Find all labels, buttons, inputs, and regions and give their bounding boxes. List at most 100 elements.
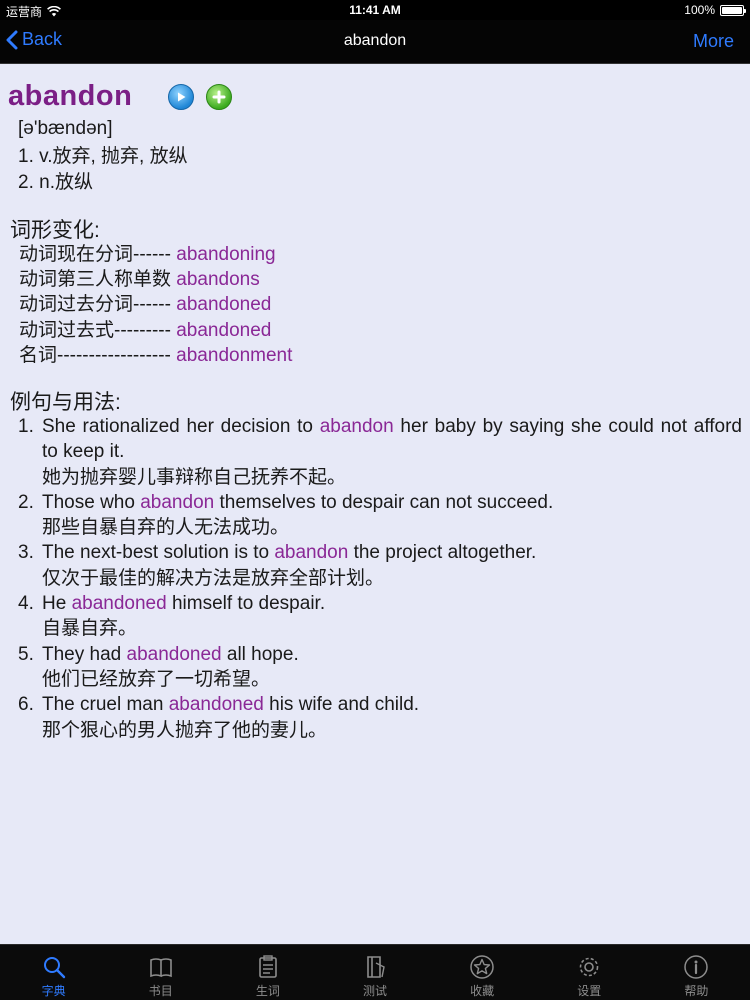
example-highlight-word[interactable]: abandon <box>320 416 394 437</box>
headword-row: abandon <box>8 80 233 113</box>
example-highlight-word[interactable]: abandoned <box>127 644 222 665</box>
tab-label: 设置 <box>577 984 602 998</box>
example-text-after: themselves to despair can not succeed. <box>214 491 554 513</box>
example-highlight-word[interactable]: abandon <box>140 492 214 513</box>
word-form-label: 动词现在分词------ <box>19 244 177 265</box>
clipboard-icon <box>259 955 277 978</box>
word-form-value[interactable]: abandonment <box>176 345 292 366</box>
example-text-after: all hope. <box>221 643 299 665</box>
example-text-before: The cruel man <box>42 694 169 716</box>
tab-clipboard[interactable]: 生词 <box>214 945 321 1000</box>
example-item: 6. The cruel man abandoned his wife and c… <box>18 692 742 743</box>
definition-item: 2. n.放纵 <box>18 172 93 193</box>
word-forms-list: 动词现在分词------ abandoning 动词第三人称单数 abandons… <box>19 242 292 368</box>
example-item: 4. He abandoned himself to despair. 自暴自弃。 <box>18 591 742 642</box>
status-time: 11:41 AM <box>349 3 401 17</box>
example-body: She rationalized her decision to abandon… <box>42 414 742 490</box>
tab-book[interactable]: 书目 <box>107 945 214 1000</box>
example-english: They had abandoned all hope. <box>42 642 742 667</box>
star-icon <box>470 955 494 979</box>
example-body: The cruel man abandoned his wife and chi… <box>42 692 742 743</box>
word-form-value[interactable]: abandons <box>176 269 259 290</box>
example-highlight-word[interactable]: abandon <box>274 542 348 563</box>
word-form-row: 名词------------------ abandonment <box>19 343 292 368</box>
definition-item: 1. v.放弃, 抛弃, 放纵 <box>18 146 188 167</box>
plus-icon <box>212 90 226 103</box>
example-body: Those who abandon themselves to despair … <box>42 490 742 541</box>
tab-gear[interactable]: 设置 <box>536 945 643 1000</box>
example-text-after: the project altogether. <box>348 542 537 564</box>
phonetic: [ə'bændən] <box>18 118 113 139</box>
example-text-before: They had <box>42 643 127 665</box>
example-item: 1. She rationalized her decision to aband… <box>18 414 742 490</box>
status-bar: 运营商 11:41 AM 100% <box>0 0 750 20</box>
word-form-value[interactable]: abandoning <box>176 244 275 265</box>
tab-info[interactable]: 帮助 <box>643 945 750 1000</box>
play-icon <box>178 92 186 101</box>
word-form-value[interactable]: abandoned <box>176 320 271 341</box>
example-chinese: 那些自暴自弃的人无法成功。 <box>42 517 290 539</box>
example-text-before: The next-best solution is to <box>42 542 275 564</box>
example-chinese: 那个狠心的男人抛弃了他的妻儿。 <box>42 719 328 741</box>
word-form-label: 动词过去分词------ <box>19 294 177 316</box>
example-chinese: 她为抛弃婴儿事辩称自己抚养不起。 <box>42 466 347 488</box>
play-pronunciation-button[interactable] <box>168 83 195 110</box>
word-form-row: 动词第三人称单数 abandons <box>19 267 292 292</box>
example-text-after: his wife and child. <box>263 694 420 716</box>
example-highlight-word[interactable]: abandoned <box>72 593 167 614</box>
navigation-bar: Back abandon More <box>0 20 750 64</box>
example-item: 5. They had abandoned all hope. 他们已经放弃了一切希… <box>18 642 742 693</box>
example-english: The cruel man abandoned his wife and chi… <box>42 692 742 717</box>
nav-title: abandon <box>343 32 407 49</box>
example-text-before: Those who <box>42 491 141 513</box>
examples-section-title: 例句与用法: <box>10 391 121 414</box>
definitions-list: 1. v.放弃, 抛弃, 放纵 2. n.放纵 <box>18 144 188 196</box>
word-form-row: 动词过去式--------- abandoned <box>19 318 292 343</box>
tab-star[interactable]: 收藏 <box>429 945 536 1000</box>
book-icon <box>149 958 172 978</box>
example-text-before: He <box>42 593 72 615</box>
word-form-value[interactable]: abandoned <box>176 294 271 315</box>
example-english: The next-best solution is to abandon the… <box>42 540 742 565</box>
example-number: 4. <box>18 593 34 615</box>
tab-bar: 字典 书目 生词 测试 收藏 设置 帮助 <box>0 944 750 1000</box>
example-text-before: She rationalized her decision to <box>42 416 320 437</box>
word-form-label: 名词------------------ <box>19 344 177 366</box>
examples-list: 1. She rationalized her decision to aband… <box>18 414 742 743</box>
example-english: He abandoned himself to despair. <box>42 591 742 616</box>
battery-percent: 100% <box>684 3 715 17</box>
tab-search[interactable]: 字典 <box>0 945 107 1000</box>
word-form-row: 动词现在分词------ abandoning <box>19 242 292 267</box>
tab-label: 收藏 <box>470 984 495 998</box>
example-chinese: 仅次于最佳的解决方法是放弃全部计划。 <box>42 567 385 589</box>
more-button[interactable]: More <box>693 31 734 52</box>
forms-section-title: 词形变化: <box>10 219 100 242</box>
example-body: He abandoned himself to despair. 自暴自弃。 <box>42 591 742 642</box>
search-icon <box>43 957 65 979</box>
example-number: 1. <box>18 416 34 437</box>
word-form-row: 动词过去分词------ abandoned <box>19 292 292 317</box>
tab-label: 测试 <box>362 984 387 998</box>
example-highlight-word[interactable]: abandoned <box>169 694 264 715</box>
tab-label: 字典 <box>41 984 66 998</box>
example-text-after: himself to despair. <box>166 593 326 615</box>
add-to-wordlist-button[interactable] <box>206 83 233 110</box>
headword: abandon <box>8 80 133 112</box>
example-body: They had abandoned all hope. 他们已经放弃了一切希望。 <box>42 642 742 693</box>
example-number: 3. <box>18 542 34 564</box>
word-form-label: 动词第三人称单数 <box>19 269 177 291</box>
info-icon <box>684 955 709 979</box>
tab-test-book[interactable]: 测试 <box>321 945 428 1000</box>
example-number: 5. <box>18 643 34 665</box>
tab-label: 生词 <box>255 984 280 998</box>
dictionary-entry: abandon [ə'bændən] 1. v.放弃, 抛弃, 放纵 2. n.放… <box>0 64 750 944</box>
word-form-label: 动词过去式--------- <box>19 319 177 341</box>
tab-label: 帮助 <box>684 984 709 998</box>
example-chinese: 他们已经放弃了一切希望。 <box>42 668 271 690</box>
example-chinese: 自暴自弃。 <box>42 618 138 640</box>
example-item: 2. Those who abandon themselves to despai… <box>18 490 742 541</box>
example-english: She rationalized her decision to abandon… <box>42 414 742 465</box>
example-body: The next-best solution is to abandon the… <box>42 540 742 591</box>
example-english: Those who abandon themselves to despair … <box>42 490 742 515</box>
example-item: 3. The next-best solution is to abandon t… <box>18 540 742 591</box>
